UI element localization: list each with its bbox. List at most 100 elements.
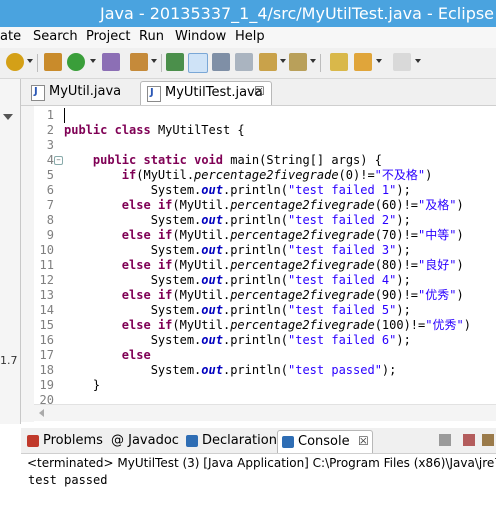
show-whitespace-icon[interactable] [235,53,253,71]
code-line[interactable]: 4− public static void main(String[] args… [34,153,496,168]
code-line[interactable]: 3 [34,138,496,153]
keyword-token: else [121,318,151,332]
code-token: ) [463,318,471,332]
dropdown-arrow-icon[interactable] [310,59,316,63]
close-tab-icon[interactable]: ☒ [254,84,265,98]
code-line[interactable]: 16 System.out.println("test failed 6"); [34,333,496,348]
line-number: 12 [39,273,54,287]
code-token: .println( [222,273,288,287]
code-line[interactable]: 9 else if(MyUtil.percentage2fivegrade(70… [34,228,496,243]
code-line[interactable]: 1 [34,108,496,123]
code-token: .println( [222,213,288,227]
code-line[interactable]: 2 public class MyUtilTest { [34,123,496,138]
menu-item-navigate[interactable]: ate [0,29,21,44]
back-icon[interactable] [354,53,372,71]
forward-icon[interactable] [393,53,411,71]
string-token: "test failed 2" [288,213,397,227]
block-selection-icon[interactable] [212,53,230,71]
menu-item-help[interactable]: Help [235,29,265,44]
dropdown-arrow-icon[interactable] [376,59,382,63]
declaration-icon [186,435,198,447]
code-line[interactable]: 12 System.out.println("test failed 4"); [34,273,496,288]
view-menu-icon[interactable] [3,114,13,120]
dropdown-arrow-icon[interactable] [280,59,286,63]
code-line[interactable]: 7 else if(MyUtil.percentage2fivegrade(60… [34,198,496,213]
code-line[interactable]: 8 System.out.println("test failed 2"); [34,213,496,228]
horizontal-scrollbar[interactable] [34,404,496,421]
java-file-icon [31,85,45,101]
code-line[interactable]: 5 if(MyUtil.percentage2fivegrade(0)!="不及… [34,168,496,183]
scroll-left-icon[interactable] [39,409,44,417]
field-token: out [201,363,223,377]
string-token: "test failed 1" [288,183,397,197]
toolbar-separator [37,54,38,72]
tab-label: MyUtil.java [49,84,122,99]
dropdown-arrow-icon[interactable] [27,59,33,63]
console-output: test passed [28,473,108,487]
tab-problems[interactable]: Problems [23,430,105,452]
dropdown-arrow-icon[interactable] [90,59,96,63]
previous-annotation-icon[interactable] [289,53,307,71]
fold-toggle-icon[interactable]: − [54,156,63,165]
code-line[interactable]: 14 System.out.println("test failed 5"); [34,303,496,318]
keyword-token: static [143,153,187,167]
next-annotation-icon[interactable] [259,53,277,71]
code-line[interactable]: 19 } [34,378,496,393]
keyword-token: if [157,258,173,272]
tab-console[interactable]: Console ☒ [277,430,373,453]
field-token: out [201,333,223,347]
line-number: 10 [39,243,54,257]
code-text: System.out.println("test failed 3"); [64,243,411,258]
code-line[interactable]: 13 else if(MyUtil.percentage2fivegrade(9… [34,288,496,303]
terminate-icon[interactable] [439,434,451,446]
package-icon[interactable] [44,53,62,71]
tab-declaration[interactable]: Declaration [182,430,278,452]
menu-item-search[interactable]: Search [33,29,78,44]
code-token: ) [425,168,433,182]
new-class-icon[interactable] [67,53,85,71]
code-text: public static void main(String[] args) { [64,153,382,168]
code-token: ) [456,228,464,242]
code-text: System.out.println("test failed 5"); [64,303,411,318]
toggle-mark-occurrences-icon[interactable] [188,53,208,73]
code-line[interactable]: 10 System.out.println("test failed 3"); [34,243,496,258]
console-view[interactable]: <terminated> MyUtilTest (3) [Java Applic… [21,454,496,507]
line-number: 2 [46,123,54,137]
search-tool-icon[interactable] [130,53,148,71]
close-tab-icon[interactable]: ☒ [358,434,369,448]
tab-myutil-java[interactable]: MyUtil.java [25,81,137,104]
remove-all-terminated-icon[interactable] [482,434,494,446]
dropdown-arrow-icon[interactable] [151,59,157,63]
code-line[interactable]: 11 else if(MyUtil.percentage2fivegrade(8… [34,258,496,273]
code-token: ) [456,288,464,302]
keyword-token: else [121,288,151,302]
code-token: System. [64,243,202,257]
code-token: .println( [222,183,288,197]
method-token: percentage2fivegrade [230,258,375,272]
menu-item-window[interactable]: Window [175,29,226,44]
code-line[interactable]: 17 else [34,348,496,363]
console-icon [282,436,294,448]
code-line[interactable]: 6 System.out.println("test failed 1"); [34,183,496,198]
code-lines[interactable]: 1 2 public class MyUtilTest {3 4− public st… [34,108,496,408]
new-wizard-icon[interactable] [6,53,24,71]
code-token: ); [381,363,397,377]
code-line[interactable]: 15 else if(MyUtil.percentage2fivegrade(1… [34,318,496,333]
code-line[interactable]: 18 System.out.println("test passed"); [34,363,496,378]
menu-item-run[interactable]: Run [139,29,164,44]
run-last-icon[interactable] [166,53,184,71]
menu-item-project[interactable]: Project [86,29,130,44]
dropdown-arrow-icon[interactable] [415,59,421,63]
last-edit-location-icon[interactable] [330,53,348,71]
code-editor[interactable]: 1 2 public class MyUtilTest {3 4− public st… [21,106,496,422]
code-token: (90)!= [374,288,419,302]
code-token: (MyUtil. [136,168,195,182]
remove-launch-icon[interactable] [463,434,475,446]
left-side-panel: 1.7 [0,79,21,424]
code-token: } [64,378,101,392]
open-type-icon[interactable] [102,53,120,71]
tab-myutiltest-java[interactable]: MyUtilTest.java ☒ [140,81,272,105]
method-token: percentage2fivegrade [194,168,339,182]
